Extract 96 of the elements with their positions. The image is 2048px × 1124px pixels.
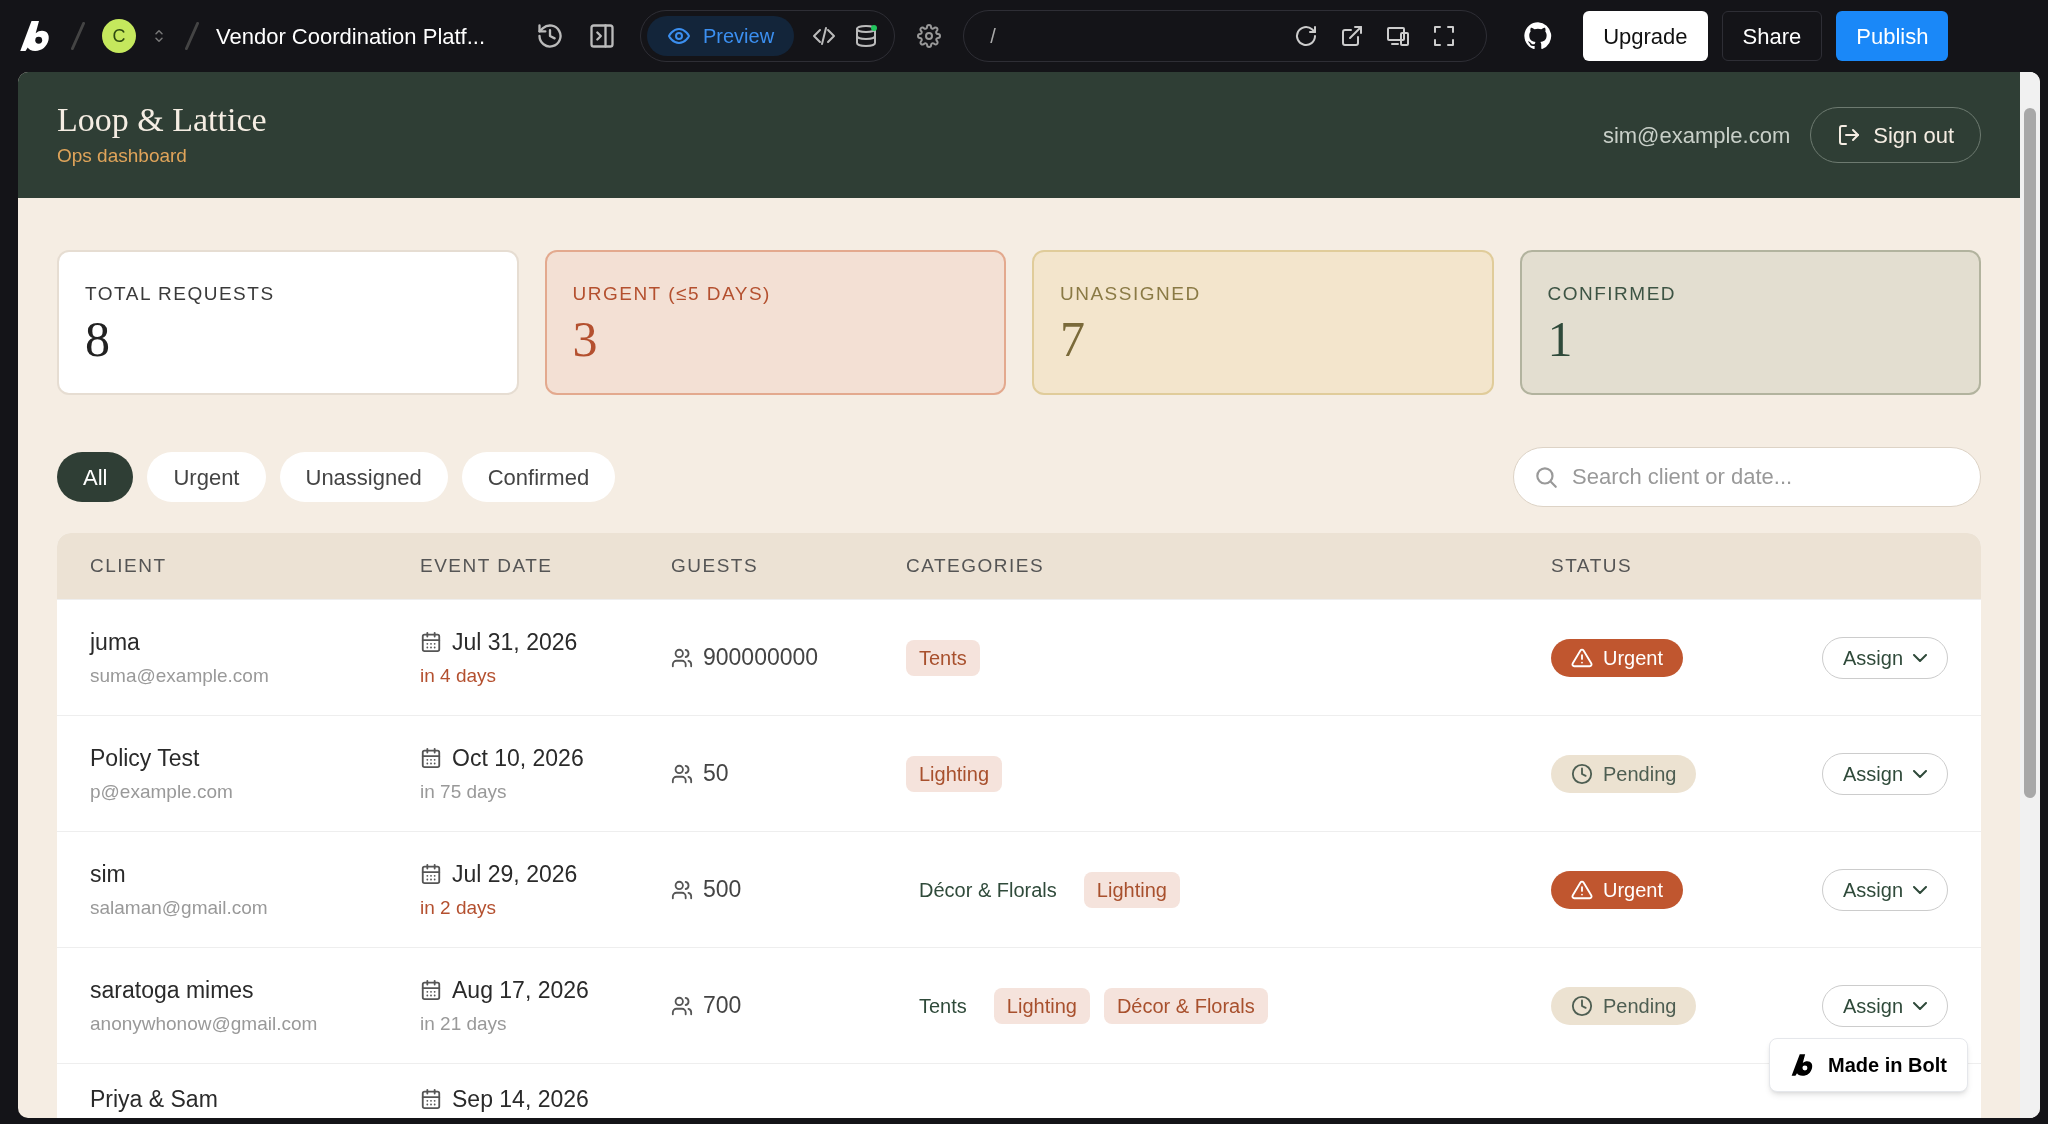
assign-dropdown[interactable]: Assign xyxy=(1821,984,1948,1027)
upgrade-button[interactable]: Upgrade xyxy=(1583,11,1708,61)
panel-icon[interactable] xyxy=(588,22,616,50)
github-icon[interactable] xyxy=(1523,21,1554,51)
client-name: juma xyxy=(90,628,141,657)
chevron-down-icon xyxy=(1913,1001,1927,1010)
people-icon xyxy=(671,878,693,901)
guest-count: 700 xyxy=(703,991,742,1021)
stat-label: CONFIRMED xyxy=(1547,282,1678,306)
calendar-icon xyxy=(420,631,442,654)
code-icon[interactable] xyxy=(812,24,837,48)
category-tag: Décor & Florals xyxy=(906,874,1070,905)
event-date: Aug 17, 2026 xyxy=(452,976,589,1005)
slash-divider-icon xyxy=(70,22,86,50)
made-in-bolt-badge[interactable]: Made in Bolt xyxy=(1769,1038,1968,1092)
client-email: p@example.com xyxy=(90,779,234,804)
brand-title: Loop & Lattice xyxy=(57,99,268,140)
history-icon[interactable] xyxy=(536,22,564,50)
slash-divider-icon xyxy=(184,22,200,50)
guest-count: 500 xyxy=(703,875,742,905)
stat-label: URGENT (≤5 DAYS) xyxy=(572,282,772,306)
client-name: sim xyxy=(90,860,127,889)
column-header: CATEGORIES xyxy=(906,553,1046,578)
chevron-down-icon xyxy=(1913,885,1927,894)
calendar-icon xyxy=(420,747,442,770)
share-button[interactable]: Share xyxy=(1721,11,1823,61)
reload-icon[interactable] xyxy=(1294,24,1319,48)
project-title[interactable]: Vendor Coordination Platf... xyxy=(216,19,536,53)
client-email: salaman@gmail.com xyxy=(90,895,269,920)
search-icon xyxy=(1533,464,1559,490)
external-link-icon[interactable] xyxy=(1340,24,1365,48)
client-name: saratoga mimes xyxy=(90,976,255,1005)
stat-value: 8 xyxy=(85,310,111,367)
user-email: sim@example.com xyxy=(1602,121,1791,150)
column-header: EVENT DATE xyxy=(420,553,554,578)
stat-label: TOTAL REQUESTS xyxy=(85,282,276,306)
stat-label: UNASSIGNED xyxy=(1060,282,1202,306)
people-icon xyxy=(671,762,693,785)
calendar-icon xyxy=(420,863,442,886)
filter-tab[interactable]: All xyxy=(57,452,134,502)
client-name: Priya & Sam xyxy=(90,1085,219,1114)
search-field[interactable]: Search client or date... xyxy=(1513,447,1981,507)
fullscreen-icon[interactable] xyxy=(1432,24,1457,48)
countdown: in 21 days xyxy=(420,1011,508,1036)
filter-tab[interactable]: Urgent xyxy=(147,452,266,502)
warning-icon xyxy=(1571,646,1593,669)
devices-icon[interactable] xyxy=(1386,24,1411,48)
column-header: STATUS xyxy=(1551,553,1634,578)
filter-tab[interactable]: Unassigned xyxy=(279,452,448,502)
stat-value: 7 xyxy=(1060,310,1086,367)
filter-tab[interactable]: Confirmed xyxy=(461,452,616,502)
client-name: Policy Test xyxy=(90,744,201,773)
countdown: in 4 days xyxy=(420,663,498,688)
assign-dropdown[interactable]: Assign xyxy=(1821,868,1948,911)
category-tag: Tents xyxy=(906,639,980,676)
sign-out-icon xyxy=(1837,123,1862,147)
avatar[interactable]: C xyxy=(102,19,136,53)
status-badge: Urgent xyxy=(1551,870,1684,909)
status-badge: Urgent xyxy=(1551,638,1684,677)
stat-value: 1 xyxy=(1547,310,1574,367)
publish-button[interactable]: Publish xyxy=(1836,11,1949,61)
event-date: Jul 31, 2026 xyxy=(452,628,578,657)
category-tag: Lighting xyxy=(993,987,1090,1024)
guest-count: 50 xyxy=(703,759,729,789)
event-date: Oct 10, 2026 xyxy=(452,744,584,773)
chevron-down-icon xyxy=(1913,653,1927,662)
category-tag: Tents xyxy=(906,990,980,1021)
countdown: in 2 days xyxy=(420,895,498,920)
assign-dropdown[interactable]: Assign xyxy=(1821,752,1948,795)
status-badge: Pending xyxy=(1551,986,1697,1025)
category-tag: Lighting xyxy=(1083,871,1180,908)
column-header: GUESTS xyxy=(671,553,760,578)
status-badge: Pending xyxy=(1551,754,1697,793)
clock-icon xyxy=(1571,994,1593,1017)
calendar-icon xyxy=(420,979,442,1002)
client-email: anonywhonow@gmail.com xyxy=(90,1011,319,1036)
people-icon xyxy=(671,646,693,669)
stat-value: 3 xyxy=(572,310,599,367)
chevron-down-icon xyxy=(1913,769,1927,778)
warning-icon xyxy=(1571,878,1593,901)
clock-icon xyxy=(1571,762,1593,785)
client-email: suma@example.com xyxy=(90,663,270,688)
subtitle: Ops dashboard xyxy=(57,143,188,168)
database-icon[interactable] xyxy=(854,24,879,48)
people-icon xyxy=(671,994,693,1017)
event-date: Sep 14, 2026 xyxy=(452,1085,589,1114)
category-tag: Lighting xyxy=(906,755,1003,792)
guest-count: 900000000 xyxy=(703,643,819,673)
assign-dropdown[interactable]: Assign xyxy=(1821,636,1948,679)
column-header: CLIENT xyxy=(90,553,168,578)
countdown: in 75 days xyxy=(420,779,508,804)
category-tag: Décor & Florals xyxy=(1103,987,1268,1024)
preview-tab[interactable]: Preview xyxy=(647,16,795,56)
calendar-icon xyxy=(420,1088,442,1111)
event-date: Jul 29, 2026 xyxy=(452,860,578,889)
settings-icon[interactable] xyxy=(917,24,942,48)
